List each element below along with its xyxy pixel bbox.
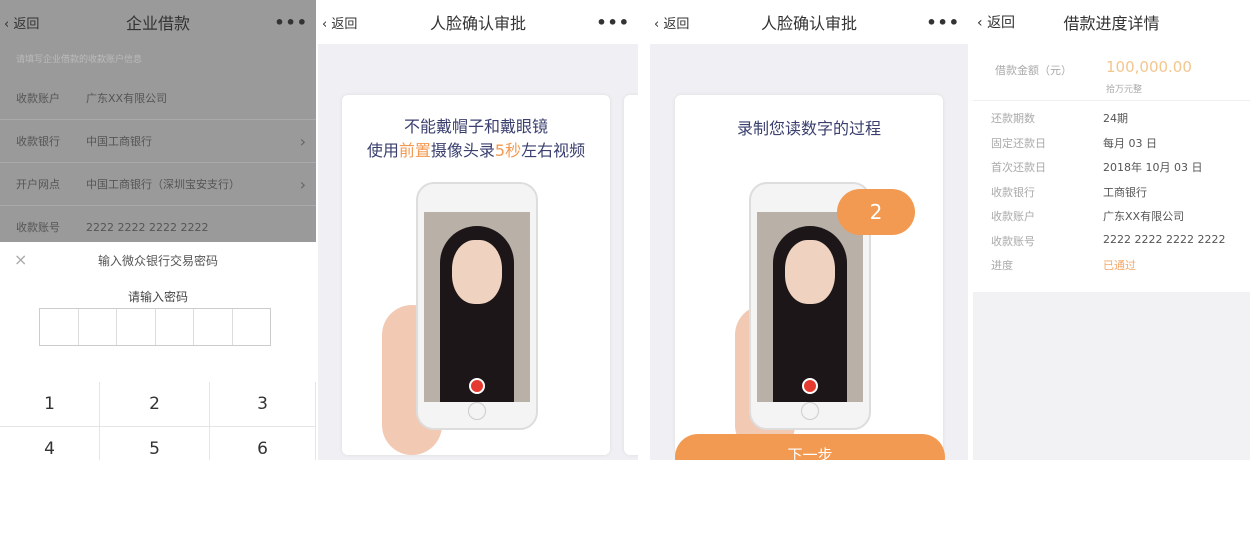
sheet-subtitle: 请输入密码 — [127, 290, 188, 304]
keypad: 123 456 — [0, 382, 316, 460]
info-value: 每月 03 日 — [1103, 136, 1157, 150]
enterprise-loan-screen: ‹ 返回 企业借款 ••• 请填写企业借款的收款账户信息 收款账户 广东XX有限公司 … — [0, 0, 316, 460]
back-button[interactable]: ‹ 返回 — [4, 13, 39, 32]
info-label: 固定还款日 — [991, 136, 1046, 150]
record-card: 录制您读数字的过程 2 — [675, 95, 943, 455]
key-5[interactable]: 5 — [100, 427, 210, 460]
back-label: 返回 — [13, 16, 40, 32]
info-value: 已通过 — [1103, 259, 1136, 272]
face-verify-screen: ‹ 返回 人脸确认审批 ••• 不能戴帽子和戴眼镜 使用前置摄像头录5秒左右视频 — [318, 0, 638, 460]
info-value: 广东XX有限公司 — [1103, 210, 1185, 223]
key-2[interactable]: 2 — [100, 382, 210, 427]
page-title: 人脸确认审批 — [429, 14, 526, 33]
sheet-title: 输入微众银行交易密码 — [97, 254, 218, 268]
text: 左右视频 — [521, 141, 586, 160]
amount-label: 借款金额（元） — [995, 64, 1072, 77]
more-icon[interactable]: ••• — [596, 13, 630, 32]
info-row: 收款账户 广东XX有限公司 — [991, 208, 1184, 224]
info-row: 还款期数 24期 — [991, 110, 1128, 126]
instruction-line-1: 不能戴帽子和戴眼镜 — [403, 117, 548, 136]
back-button[interactable]: ‹ 返回 — [322, 13, 357, 32]
info-label: 收款银行 — [991, 185, 1035, 199]
amount-value: 100,000.00 — [1106, 58, 1192, 76]
face-record-screen: ‹ 返回 人脸确认审批 ••• 录制您读数字的过程 2 下一步 — [650, 0, 968, 460]
info-value: 2018年 10月 03 日 — [1103, 161, 1203, 174]
password-input[interactable] — [39, 308, 271, 346]
key-4[interactable]: 4 — [0, 427, 100, 460]
chevron-right-icon: › — [299, 131, 306, 151]
form-row: 收款账户 广东XX有限公司 — [0, 76, 316, 119]
highlight: 前置 — [398, 141, 431, 160]
instruction-card: 不能戴帽子和戴眼镜 使用前置摄像头录5秒左右视频 — [342, 95, 610, 455]
dimmed-form: ‹ 返回 企业借款 ••• 请填写企业借款的收款账户信息 收款账户 广东XX有限公司 … — [0, 0, 316, 242]
info-label: 收款账号 — [991, 234, 1035, 248]
more-icon[interactable]: ••• — [274, 13, 308, 32]
back-button[interactable]: ‹ 返回 — [654, 13, 689, 32]
highlight: 5秒 — [494, 141, 522, 160]
text: 摄像头录 — [430, 141, 495, 160]
page-title: 借款进度详情 — [1063, 14, 1160, 33]
page-title: 人脸确认审批 — [760, 14, 857, 33]
info-label: 进度 — [991, 259, 1013, 272]
key-6[interactable]: 6 — [210, 427, 316, 460]
info-value: 工商银行 — [1103, 185, 1147, 199]
form-hint: 请填写企业借款的收款账户信息 — [16, 55, 143, 65]
record-icon — [469, 378, 485, 394]
info-value: 2222 2222 2222 2222 — [1103, 232, 1226, 246]
info-label: 首次还款日 — [991, 161, 1046, 174]
row-label: 收款账户 — [16, 91, 60, 105]
text: 使用 — [366, 141, 399, 160]
next-card — [624, 95, 638, 455]
info-label: 收款账户 — [991, 210, 1035, 223]
info-row: 收款银行 工商银行 — [991, 184, 1147, 200]
record-heading: 录制您读数字的过程 — [736, 119, 881, 138]
loan-progress-screen: ‹ 返回 借款进度详情 借款金额（元） 100,000.00 拾万元整 还款期数 2… — [973, 0, 1250, 460]
phone-illustration — [416, 182, 538, 430]
amount-words: 拾万元整 — [1106, 85, 1143, 95]
chevron-right-icon: › — [299, 174, 306, 194]
loan-info: 借款金额（元） 100,000.00 拾万元整 还款期数 24期固定还款日 每月 0… — [973, 44, 1250, 292]
digit-bubble: 2 — [837, 189, 915, 235]
row-value: 2222 2222 2222 2222 — [86, 220, 209, 234]
info-label: 还款期数 — [991, 112, 1035, 125]
back-label: 返回 — [331, 16, 358, 32]
row-value: 广东XX有限公司 — [86, 91, 168, 105]
form-row[interactable]: 收款银行 中国工商银行 › — [0, 119, 316, 162]
page-title: 企业借款 — [125, 14, 190, 33]
back-label: 返回 — [987, 15, 1016, 31]
key-1[interactable]: 1 — [0, 382, 100, 427]
record-icon — [802, 378, 818, 394]
more-icon[interactable]: ••• — [926, 13, 960, 32]
row-label: 开户网点 — [16, 178, 60, 191]
row-label: 收款银行 — [16, 135, 60, 148]
row-label: 收款账号 — [16, 221, 60, 234]
back-label: 返回 — [663, 16, 690, 32]
info-row: 收款账号 2222 2222 2222 2222 — [991, 233, 1225, 249]
instruction-line-2: 使用前置摄像头录5秒左右视频 — [342, 139, 610, 163]
info-value: 24期 — [1103, 112, 1128, 125]
form-row[interactable]: 开户网点 中国工商银行（深圳宝安支行） › — [0, 162, 316, 205]
row-value: 中国工商银行 — [86, 135, 152, 148]
row-value: 中国工商银行（深圳宝安支行） — [86, 178, 240, 191]
info-row: 首次还款日 2018年 10月 03 日 — [991, 159, 1202, 175]
info-row: 固定还款日 每月 03 日 — [991, 135, 1157, 151]
info-row: 进度 已通过 — [991, 257, 1136, 273]
back-button[interactable]: ‹ 返回 — [977, 12, 1015, 32]
key-3[interactable]: 3 — [210, 382, 316, 427]
next-button[interactable]: 下一步 — [675, 434, 945, 460]
password-sheet: × 输入微众银行交易密码 请输入密码 123 456 — [0, 242, 316, 460]
